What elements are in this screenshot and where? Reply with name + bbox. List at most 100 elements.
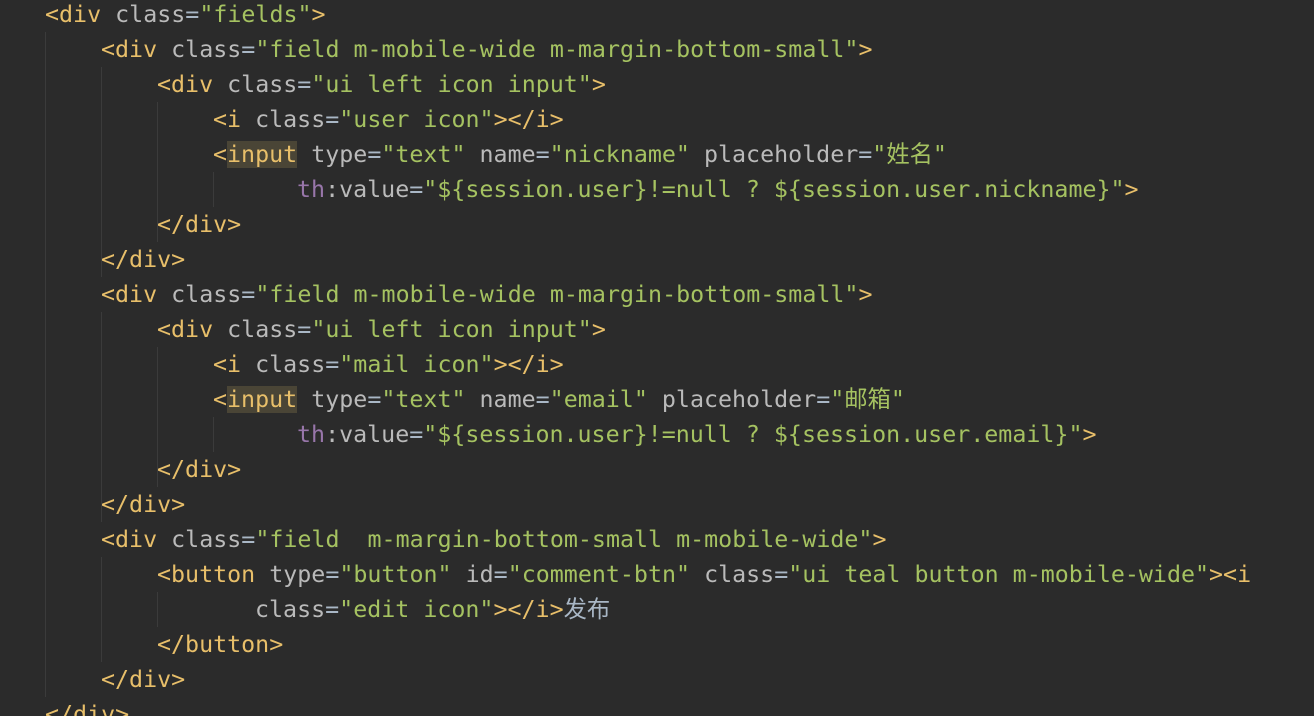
code-line[interactable]: </button> <box>157 627 283 662</box>
attribute-token: class <box>171 281 242 308</box>
punctuation-token: = <box>325 351 340 378</box>
code-line[interactable]: <div class="ui left icon input"> <box>157 312 606 347</box>
tag-token: </div> <box>45 701 130 716</box>
tag-token: > <box>1082 421 1097 448</box>
tag-token: > <box>591 71 606 98</box>
code-line[interactable]: <div class="field m-mobile-wide m-margin… <box>101 277 872 312</box>
punctuation-token: = <box>367 386 382 413</box>
tag-token: > <box>311 1 326 28</box>
tag-token: </button> <box>157 631 284 658</box>
attribute-token: class <box>115 1 186 28</box>
punctuation-token: = <box>816 386 831 413</box>
punctuation-token: = <box>367 141 382 168</box>
punctuation-token: = <box>297 71 312 98</box>
indent-guide <box>213 172 214 207</box>
code-line[interactable]: <input type="text" name="email" placehol… <box>213 382 905 417</box>
code-editor[interactable]: <div class="fields"> <div class="field m-… <box>0 0 1314 716</box>
string-token: "${session.user}!=null ? ${session.user.… <box>423 421 1083 448</box>
code-line[interactable]: </div> <box>101 487 185 522</box>
punctuation-token: = <box>325 106 340 133</box>
code-line[interactable]: </div> <box>101 662 185 697</box>
code-line[interactable]: <div class="ui left icon input"> <box>157 67 606 102</box>
string-token: "button" <box>339 561 452 588</box>
attribute-token: class <box>171 526 242 553</box>
attribute-token: class <box>171 36 242 63</box>
code-line[interactable]: <input type="text" name="nickname" place… <box>213 137 947 172</box>
punctuation-token: = <box>493 561 508 588</box>
string-token: "姓名" <box>872 141 947 168</box>
string-token: "user icon" <box>339 106 494 133</box>
code-line[interactable]: <div class="fields"> <box>45 0 326 32</box>
tag-token: > <box>858 281 873 308</box>
string-token: "nickname" <box>549 141 690 168</box>
punctuation-token: = <box>297 316 312 343</box>
tag-token: <div <box>101 526 158 553</box>
code-line[interactable]: </div> <box>45 697 129 716</box>
code-line[interactable]: </div> <box>157 207 241 242</box>
highlighted-tag-token: input <box>227 141 298 168</box>
attribute-token: type <box>311 141 368 168</box>
punctuation-token: = <box>241 526 256 553</box>
code-line[interactable]: </div> <box>157 452 241 487</box>
attribute-token: class <box>227 71 298 98</box>
indent-guide <box>101 557 102 662</box>
attribute-token: class <box>704 561 775 588</box>
attribute-token: name <box>479 141 536 168</box>
punctuation-token: = <box>858 141 873 168</box>
attribute-token: class <box>255 351 326 378</box>
string-token: "edit icon" <box>339 596 494 623</box>
punctuation-token: = <box>325 596 340 623</box>
string-token: "text" <box>381 141 466 168</box>
code-line[interactable]: <button type="button" id="comment-btn" c… <box>157 557 1251 592</box>
code-line[interactable]: class="edit icon"></i>发布 <box>255 592 610 627</box>
attribute-token: class <box>255 106 326 133</box>
string-token: "field m-mobile-wide m-margin-bottom-sma… <box>255 36 859 63</box>
attribute-token: class <box>227 316 298 343</box>
punctuation-token: = <box>241 281 256 308</box>
code-line[interactable]: th:value="${session.user}!=null ? ${sess… <box>297 172 1139 207</box>
tag-token: > <box>872 526 887 553</box>
tag-token: <div <box>101 281 158 308</box>
namespace-token: th <box>297 176 326 203</box>
code-line[interactable]: <div class="field m-mobile-wide m-margin… <box>101 32 872 67</box>
attribute-token: name <box>479 386 536 413</box>
punctuation-token: = <box>774 561 789 588</box>
tag-token: <button <box>157 561 256 588</box>
code-line[interactable]: </div> <box>101 242 185 277</box>
tag-token: <div <box>157 316 214 343</box>
tag-token: <div <box>157 71 214 98</box>
tag-token: ></i> <box>493 106 564 133</box>
code-line[interactable]: <i class="user icon"></i> <box>213 102 564 137</box>
tag-token: </div> <box>101 246 186 273</box>
code-line[interactable]: <i class="mail icon"></i> <box>213 347 564 382</box>
string-token: "mail icon" <box>339 351 494 378</box>
code-line[interactable]: th:value="${session.user}!=null ? ${sess… <box>297 417 1097 452</box>
indent-guide <box>213 417 214 452</box>
code-line[interactable]: <div class="field m-margin-bottom-small … <box>101 522 886 557</box>
string-token: "ui left icon input" <box>311 71 592 98</box>
tag-token: </div> <box>101 491 186 518</box>
string-token: "email" <box>549 386 648 413</box>
punctuation-token: = <box>535 386 550 413</box>
attribute-token: placeholder <box>703 141 859 168</box>
attribute-token: id <box>465 561 494 588</box>
tag-token: < <box>213 141 228 168</box>
tag-token: > <box>858 36 873 63</box>
tag-token: > <box>1124 176 1139 203</box>
attribute-token: :value <box>325 421 410 448</box>
string-token: "comment-btn" <box>507 561 691 588</box>
attribute-token: type <box>269 561 326 588</box>
attribute-token: placeholder <box>661 386 817 413</box>
string-token: "ui left icon input" <box>311 316 592 343</box>
attribute-token: type <box>311 386 368 413</box>
